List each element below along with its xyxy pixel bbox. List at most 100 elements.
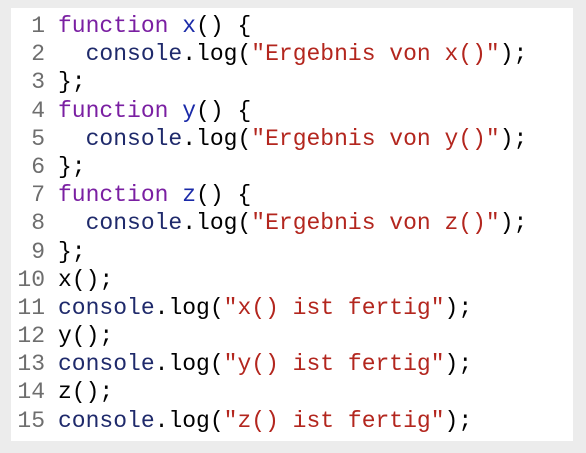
line-number: 4 — [31, 97, 45, 124]
code-token-punct: }; — [58, 153, 86, 180]
line-code: }; — [45, 68, 86, 96]
code-token-punct: () { — [196, 13, 252, 39]
code-token-punct — [58, 126, 86, 152]
code-line: 2 console.log("Ergebnis von x()"); — [11, 40, 573, 68]
code-token-punct: y(); — [58, 323, 114, 350]
code-token-punct: . — [182, 210, 197, 237]
code-token-string: "Ergebnis von y()" — [251, 125, 500, 152]
code-line: 12 y(); — [11, 322, 573, 350]
line-code: console.log("z() ist fertig"); — [45, 407, 472, 435]
code-token-variable: console — [58, 407, 155, 434]
code-token-punct: . — [182, 41, 197, 68]
code-token-punct: }; — [58, 238, 86, 265]
line-number: 12 — [17, 323, 45, 350]
code-line: 14 z(); — [11, 378, 573, 406]
line-number: 6 — [31, 153, 45, 180]
line-code: console.log("x() ist fertig"); — [45, 294, 472, 322]
code-token-variable: console — [58, 294, 155, 321]
line-number: 5 — [31, 125, 45, 152]
code-token-string: "Ergebnis von x()" — [251, 41, 500, 68]
line-code: console.log("Ergebnis von x()"); — [45, 40, 528, 68]
code-token-punct: () { — [196, 182, 252, 209]
code-token-keyword: function — [58, 182, 169, 209]
line-number: 9 — [31, 238, 45, 265]
line-code: function x() { — [45, 12, 251, 40]
line-number: 11 — [17, 294, 45, 321]
code-token-punct: ( — [209, 294, 224, 321]
line-code: z(); — [45, 378, 113, 406]
code-line: 11 console.log("x() ist fertig"); — [11, 294, 573, 322]
code-token-punct: ( — [237, 210, 252, 237]
code-token-keyword: function — [58, 13, 169, 39]
code-token-punct: ); — [444, 294, 473, 321]
line-number: 14 — [17, 379, 45, 406]
line-code: console.log("y() ist fertig"); — [45, 350, 472, 378]
line-code: console.log("Ergebnis von z()"); — [45, 209, 528, 237]
code-line: 8 console.log("Ergebnis von z()"); — [11, 209, 573, 237]
code-token-keyword: function — [58, 97, 169, 124]
code-line: 15 console.log("z() ist fertig"); — [11, 407, 573, 435]
line-code: y(); — [45, 322, 113, 350]
code-token-name: y — [182, 97, 197, 124]
code-token-punct: ); — [499, 210, 528, 237]
code-line: 9}; — [11, 238, 573, 266]
code-line: 7 function z() { — [11, 181, 573, 209]
code-line: 5 console.log("Ergebnis von y()"); — [11, 125, 573, 153]
line-code: console.log("Ergebnis von y()"); — [45, 125, 528, 153]
code-token-punct: ( — [237, 41, 252, 68]
code-token-punct: ); — [499, 41, 528, 68]
code-token-punct: . — [154, 351, 169, 378]
code-token-variable: console — [85, 41, 183, 68]
code-line: 10 x(); — [11, 266, 573, 294]
code-token-punct: . — [182, 125, 197, 152]
code-token-string: "z() ist fertig" — [223, 407, 445, 434]
code-editor: 1 function x() {2 console.log("Ergebnis v… — [11, 8, 573, 441]
code-token-property: log — [196, 41, 238, 68]
line-number: 7 — [31, 182, 45, 209]
code-token-punct — [58, 210, 86, 236]
line-number: 2 — [31, 41, 45, 68]
code-token-variable: console — [85, 210, 183, 237]
code-token-punct — [58, 41, 86, 67]
code-token-punct: () { — [196, 97, 252, 124]
code-token-property: log — [196, 125, 238, 152]
line-code: }; — [45, 153, 86, 181]
code-token-punct: z(); — [58, 379, 114, 406]
code-token-punct — [168, 182, 182, 208]
line-number: 1 — [31, 13, 45, 39]
code-token-punct — [168, 13, 182, 39]
code-line: 6}; — [11, 153, 573, 181]
line-number: 10 — [17, 266, 45, 293]
code-token-punct: . — [154, 294, 169, 321]
code-token-punct: ( — [209, 351, 224, 378]
line-code: function y() { — [45, 97, 251, 125]
line-code: function z() { — [45, 181, 251, 209]
code-token-punct: ( — [209, 407, 224, 434]
code-token-punct: . — [154, 407, 169, 434]
code-token-variable: console — [58, 351, 155, 378]
code-token-punct: ); — [444, 351, 473, 378]
code-token-string: "Ergebnis von z()" — [251, 210, 500, 237]
code-token-property: log — [196, 210, 238, 237]
line-number: 15 — [17, 407, 45, 434]
code-token-punct: ( — [237, 125, 252, 152]
code-token-name: z — [182, 182, 197, 209]
code-token-string: "y() ist fertig" — [223, 351, 445, 378]
code-token-punct — [168, 98, 182, 124]
line-code: }; — [45, 238, 86, 266]
code-token-punct: ); — [499, 125, 528, 152]
code-line: 1 function x() { — [11, 12, 573, 40]
code-line: 4 function y() { — [11, 97, 573, 125]
code-line: 3}; — [11, 68, 573, 96]
code-line: 13 console.log("y() ist fertig"); — [11, 350, 573, 378]
line-number: 3 — [31, 69, 45, 96]
line-number: 13 — [17, 351, 45, 378]
code-token-property: log — [168, 294, 210, 321]
code-token-string: "x() ist fertig" — [223, 294, 445, 321]
code-token-punct: }; — [58, 69, 86, 96]
code-token-punct: x(); — [58, 266, 114, 293]
code-token-variable: console — [85, 125, 183, 152]
code-token-name: x — [182, 13, 197, 39]
code-token-property: log — [168, 407, 210, 434]
code-token-property: log — [168, 351, 210, 378]
